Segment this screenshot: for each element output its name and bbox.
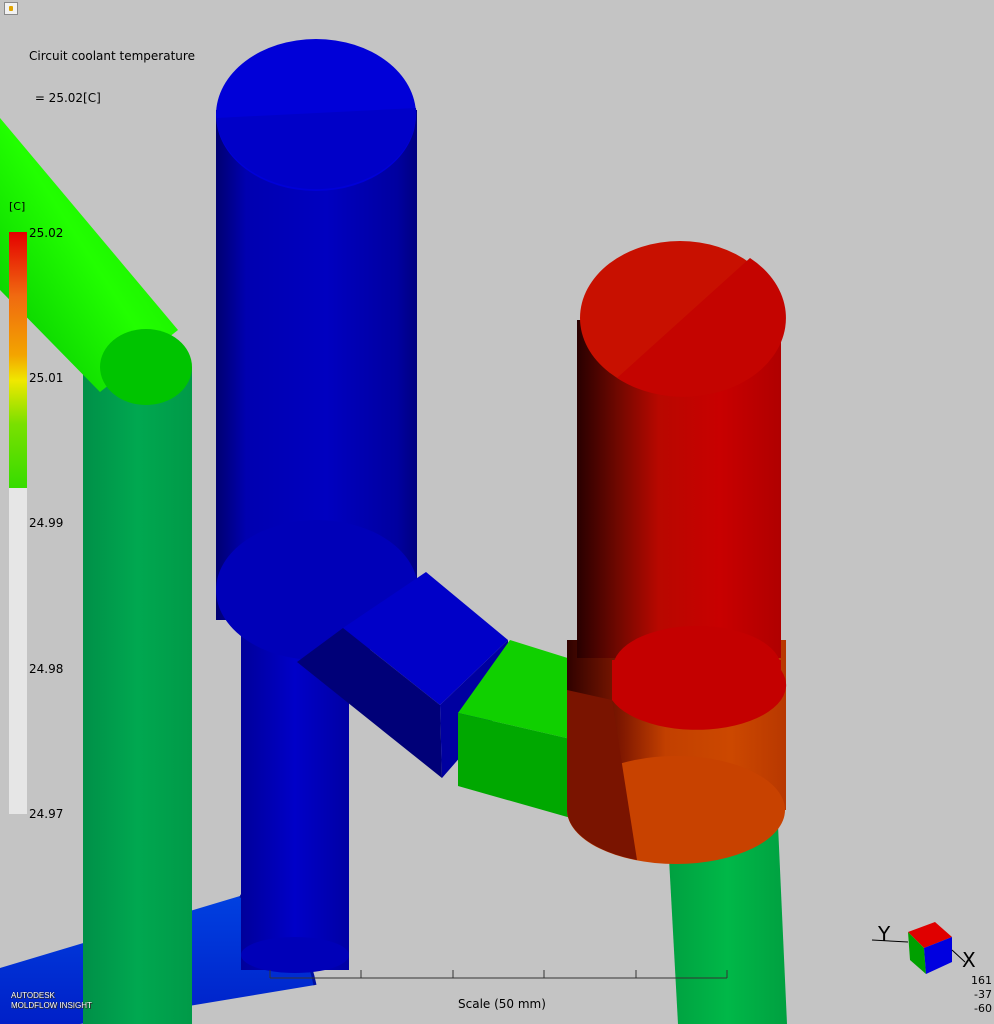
model-viewport[interactable]: Circuit coolant temperature = 25.02[C] [… [0, 0, 994, 1024]
result-caption: Circuit coolant temperature = 25.02[C] [29, 21, 195, 133]
triad-x-label: X [962, 948, 976, 972]
cooling-circuit-model[interactable] [0, 0, 994, 1024]
result-value: = 25.02[C] [31, 91, 101, 105]
legend-color-bar [9, 232, 27, 814]
scale-bar [269, 970, 728, 979]
view-coordinates: 161 -37 -60 [965, 974, 992, 1016]
legend-tick-25-02: 25.02 [29, 226, 64, 240]
result-title: Circuit coolant temperature [29, 49, 195, 63]
coord-3: -60 [974, 1002, 992, 1015]
legend-warm-range [9, 232, 27, 488]
legend-below-range [9, 488, 27, 814]
logo-line2: MOLDFLOW INSIGHT [11, 1001, 92, 1010]
legend-unit: [C] [9, 200, 26, 213]
legend-tick-25-01: 25.01 [29, 371, 64, 385]
coord-1: 161 [971, 974, 992, 987]
coord-2: -37 [974, 988, 992, 1001]
autodesk-moldflow-logo: AUTODESK MOLDFLOW INSIGHT [11, 991, 92, 1011]
lock-view-icon[interactable] [4, 2, 18, 15]
scale-label: Scale (50 mm) [458, 997, 546, 1011]
triad-y-label: Y [878, 922, 891, 946]
legend-tick-24-97: 24.97 [29, 807, 64, 821]
legend-tick-24-98: 24.98 [29, 662, 64, 676]
logo-line1: AUTODESK [11, 991, 55, 1000]
legend-tick-24-99: 24.99 [29, 516, 64, 530]
